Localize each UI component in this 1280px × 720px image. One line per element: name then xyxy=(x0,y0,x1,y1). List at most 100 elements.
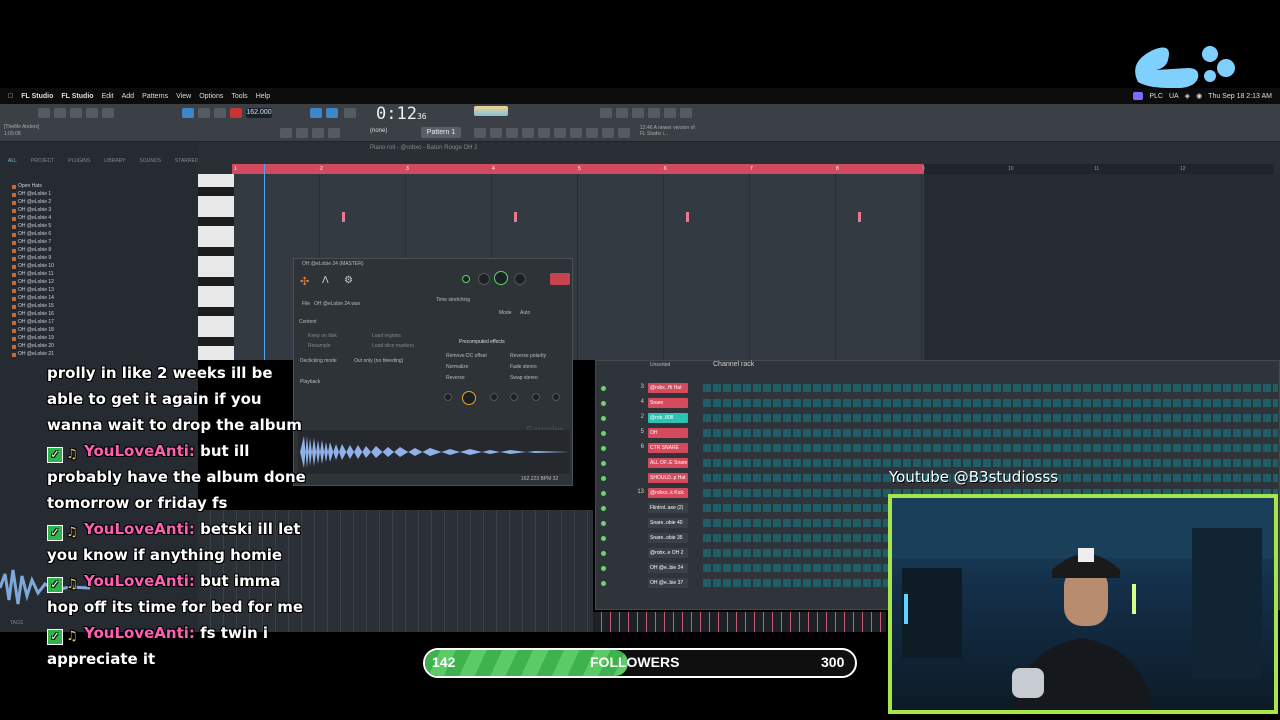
control-center-icon[interactable]: ◉ xyxy=(1196,92,1202,100)
list-item[interactable]: Open Hats xyxy=(0,183,198,191)
channel-mixer-track[interactable]: 4 xyxy=(630,399,644,405)
tool-button[interactable] xyxy=(616,108,628,118)
tool-button[interactable] xyxy=(680,108,692,118)
tags-label[interactable]: TAGS xyxy=(10,620,23,626)
menu-help[interactable]: Help xyxy=(256,93,270,100)
list-item[interactable]: OH @eLobie 19 xyxy=(0,335,198,343)
load-slice-markers-option[interactable]: Load slice markers xyxy=(372,343,414,349)
tool-button[interactable] xyxy=(618,128,630,138)
playhead[interactable] xyxy=(264,164,265,360)
channel-name[interactable]: @rob..808 xyxy=(648,413,688,423)
tool-button[interactable] xyxy=(632,108,644,118)
tab-all[interactable]: ALL xyxy=(8,158,17,168)
tool-button[interactable] xyxy=(602,128,614,138)
channel-row[interactable]: 3 @robx..Hi Hat xyxy=(600,383,1280,394)
pitch-knob[interactable] xyxy=(494,271,508,285)
length-knob[interactable] xyxy=(462,391,476,405)
tool-button[interactable] xyxy=(522,128,534,138)
channel-led[interactable] xyxy=(601,506,606,511)
channel-name[interactable]: @robx..Hi Hat xyxy=(648,383,688,393)
list-item[interactable]: OH @eLobie 17 xyxy=(0,319,198,327)
fx-knob[interactable] xyxy=(444,393,452,401)
step-sequencer[interactable] xyxy=(703,429,1278,437)
channel-led[interactable] xyxy=(601,386,606,391)
list-item[interactable]: OH @eLobie 2 xyxy=(0,199,198,207)
channel-led[interactable] xyxy=(601,416,606,421)
pattern-selector[interactable]: Pattern 1 xyxy=(421,127,461,138)
channel-filter[interactable]: Unsorted xyxy=(650,362,670,368)
wrench-icon[interactable]: ✣ xyxy=(300,275,309,288)
status-text[interactable]: PLC xyxy=(1149,93,1163,100)
menu-fl-studio[interactable]: FL Studio xyxy=(61,93,93,100)
list-item[interactable]: OH @eLobie 15 xyxy=(0,303,198,311)
menu-options[interactable]: Options xyxy=(199,93,223,100)
step-sequencer[interactable] xyxy=(703,414,1278,422)
record-button[interactable] xyxy=(230,108,242,118)
list-item[interactable]: OH @eLobie 7 xyxy=(0,239,198,247)
tool-button[interactable] xyxy=(344,108,356,118)
list-item[interactable]: OH @eLobie 8 xyxy=(0,247,198,255)
input-source[interactable]: UA xyxy=(1169,93,1179,100)
channel-led[interactable] xyxy=(601,446,606,451)
channel-row[interactable]: 4 Snare xyxy=(600,398,1280,409)
channel-mixer-track[interactable]: 5 xyxy=(630,429,644,435)
channel-name[interactable]: CTR SNARE xyxy=(648,443,688,453)
tool-button[interactable] xyxy=(102,108,114,118)
channel-name[interactable]: ALL OF..E Snare xyxy=(648,458,688,468)
swap-stereo-option[interactable]: Swap stereo xyxy=(510,375,538,381)
channel-name[interactable]: Flintrol..axe (2) xyxy=(648,503,688,513)
channel-led[interactable] xyxy=(601,536,606,541)
channel-led[interactable] xyxy=(601,476,606,481)
menu-patterns[interactable]: Patterns xyxy=(142,93,168,100)
channel-led[interactable] xyxy=(601,431,606,436)
sample-waveform[interactable] xyxy=(300,432,570,472)
channel-row[interactable]: 2 @rob..808 xyxy=(600,413,1280,424)
tool-button[interactable] xyxy=(474,128,486,138)
step-sequencer[interactable] xyxy=(703,384,1278,392)
channel-row[interactable]: 6 CTR SNARE xyxy=(600,443,1280,454)
file-name[interactable]: OH @eLobie 24.wav xyxy=(314,301,360,307)
channel-name[interactable]: OH @e..bie 24 xyxy=(648,563,688,573)
channel-name[interactable]: @robx..e OH 2 xyxy=(648,548,688,558)
fx-knob[interactable] xyxy=(532,393,540,401)
list-item[interactable]: OH @eLobie 11 xyxy=(0,271,198,279)
midi-note[interactable] xyxy=(858,212,861,222)
normalize-option[interactable]: Normalize xyxy=(446,364,469,370)
wifi-icon[interactable]: ◈ xyxy=(1185,92,1190,100)
tool-button[interactable] xyxy=(600,108,612,118)
tab-project[interactable]: PROJECT xyxy=(31,158,54,168)
step-sequencer[interactable] xyxy=(703,444,1278,452)
tab-library[interactable]: LIBRARY xyxy=(104,158,125,168)
list-item[interactable]: OH @eLobie 13 xyxy=(0,287,198,295)
tool-button[interactable] xyxy=(506,128,518,138)
fade-stereo-option[interactable]: Fade stereo xyxy=(510,364,537,370)
playlist-strip[interactable] xyxy=(593,612,886,632)
menu-edit[interactable]: Edit xyxy=(102,93,114,100)
channel-mixer-track[interactable]: 13 xyxy=(630,489,644,495)
menu-tools[interactable]: Tools xyxy=(231,93,247,100)
reverse-polarity-option[interactable]: Reverse polarity xyxy=(510,353,546,359)
channel-led[interactable] xyxy=(601,491,606,496)
channel-led[interactable] xyxy=(601,566,606,571)
channel-led[interactable] xyxy=(601,581,606,586)
note-grid-empty[interactable] xyxy=(924,174,1280,360)
clock[interactable]: Thu Sep 18 2:13 AM xyxy=(1208,93,1272,100)
channel-name[interactable]: OH xyxy=(648,428,688,438)
step-sequencer[interactable] xyxy=(703,459,1278,467)
tool-button[interactable] xyxy=(648,108,660,118)
midi-note[interactable] xyxy=(514,212,517,222)
load-regions-option[interactable]: Load regions xyxy=(372,333,401,339)
update-notice[interactable]: 12:46 A newer version of FL Studio i... xyxy=(640,125,700,137)
midi-note[interactable] xyxy=(342,212,345,222)
list-item[interactable]: OH @eLobie 18 xyxy=(0,327,198,335)
list-item[interactable]: OH @eLobie 16 xyxy=(0,311,198,319)
tool-button[interactable] xyxy=(554,128,566,138)
channel-name[interactable]: Snare xyxy=(648,398,688,408)
play-button[interactable] xyxy=(198,108,210,118)
tool-button[interactable] xyxy=(586,128,598,138)
pattern-song-toggle[interactable] xyxy=(182,108,194,118)
list-item[interactable]: OH @eLobie 4 xyxy=(0,215,198,223)
tool-button[interactable] xyxy=(328,128,340,138)
menu-app-name[interactable]: FL Studio xyxy=(21,93,53,100)
list-item[interactable]: OH @eLobie 9 xyxy=(0,255,198,263)
